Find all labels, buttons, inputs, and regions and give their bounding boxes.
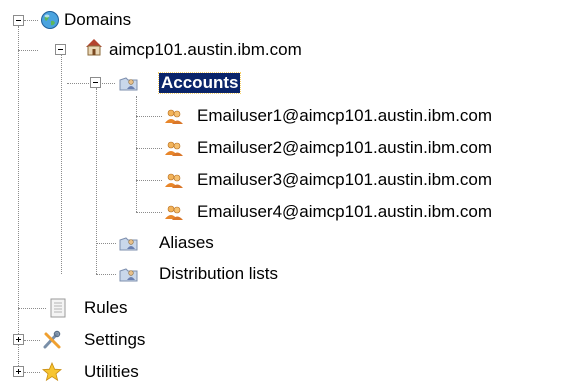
- tree-label-utilities[interactable]: Utilities: [84, 362, 139, 382]
- tree-guide-users: [136, 96, 137, 212]
- accounts-expander[interactable]: [90, 77, 101, 88]
- user-pair-icon: [164, 106, 184, 126]
- tree-label-settings[interactable]: Settings: [84, 330, 145, 350]
- document-icon: [48, 298, 68, 318]
- folder-people-icon: [119, 73, 139, 93]
- domain-tree: Domains aimcp101.austin.ibm.com Accounts…: [0, 0, 565, 384]
- tree-label-domains[interactable]: Domains: [64, 10, 131, 30]
- utilities-expander[interactable]: [13, 366, 24, 377]
- user-pair-icon: [164, 202, 184, 222]
- folder-people-icon: [119, 233, 139, 253]
- house-icon: [84, 37, 104, 57]
- folder-people-icon: [119, 264, 139, 284]
- tree-label-distribution-lists[interactable]: Distribution lists: [159, 264, 278, 284]
- tree-label-accounts[interactable]: Accounts: [157, 72, 242, 94]
- tree-label-host[interactable]: aimcp101.austin.ibm.com: [109, 40, 302, 60]
- tree-label-user-2[interactable]: Emailuser2@aimcp101.austin.ibm.com: [197, 138, 492, 158]
- tree-guide-root: [18, 26, 19, 368]
- tools-icon: [42, 330, 62, 350]
- tree-label-user-3[interactable]: Emailuser3@aimcp101.austin.ibm.com: [197, 170, 492, 190]
- star-icon: [42, 362, 62, 382]
- tree-label-rules[interactable]: Rules: [84, 298, 127, 318]
- globe-icon: [40, 10, 60, 30]
- tree-guide-accounts-siblings: [96, 88, 97, 274]
- host-expander[interactable]: [55, 44, 66, 55]
- domains-expander[interactable]: [13, 15, 24, 26]
- tree-guide-host: [61, 54, 62, 274]
- user-pair-icon: [164, 138, 184, 158]
- tree-label-user-4[interactable]: Emailuser4@aimcp101.austin.ibm.com: [197, 202, 492, 222]
- user-pair-icon: [164, 170, 184, 190]
- settings-expander[interactable]: [13, 334, 24, 345]
- tree-label-user-1[interactable]: Emailuser1@aimcp101.austin.ibm.com: [197, 106, 492, 126]
- tree-label-aliases[interactable]: Aliases: [159, 233, 214, 253]
